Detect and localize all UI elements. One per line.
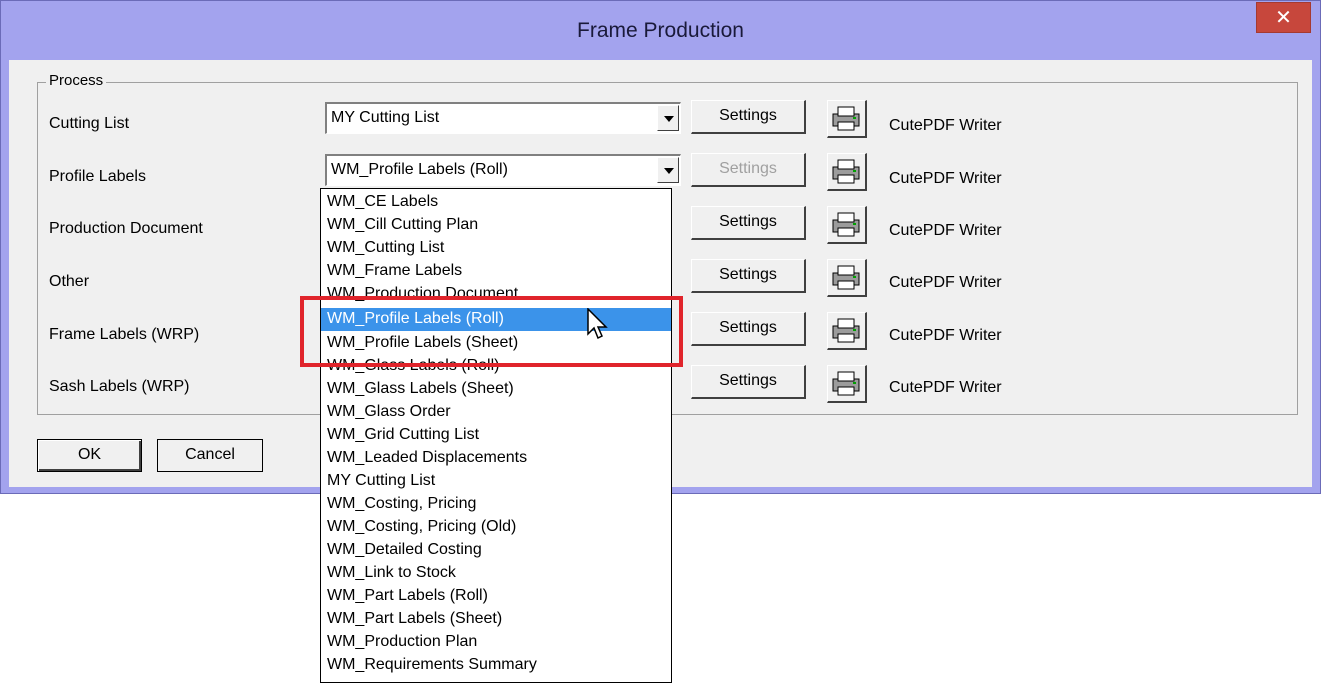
list-item[interactable]: WM_Glass Labels (Sheet) — [321, 378, 671, 401]
profile-labels-dropdown-list[interactable]: WM_CE Labels WM_Cill Cutting Plan WM_Cut… — [320, 188, 672, 683]
title-bar[interactable]: Frame Production ✕ — [1, 1, 1320, 61]
printer-icon[interactable] — [827, 206, 867, 244]
list-item[interactable]: WM_Frame Labels — [321, 260, 671, 283]
chevron-down-icon[interactable] — [657, 105, 679, 131]
list-item[interactable]: WM_Cill Cutting Plan — [321, 214, 671, 237]
sash-labels-wrp-settings-button[interactable]: Settings — [691, 365, 806, 399]
printer-icon[interactable] — [827, 259, 867, 297]
list-item[interactable]: WM_Detailed Costing — [321, 539, 671, 562]
row-label-frame-labels-wrp: Frame Labels (WRP) — [49, 326, 200, 343]
sash-labels-wrp-printer: CutePDF Writer — [889, 379, 1002, 396]
list-item[interactable]: WM_Production Plan — [321, 631, 671, 654]
production-document-settings-button[interactable]: Settings — [691, 206, 806, 240]
list-item[interactable]: WM_CE Labels — [321, 191, 671, 214]
list-item[interactable]: WM_Costing, Pricing — [321, 493, 671, 516]
process-legend: Process — [46, 72, 107, 89]
profile-labels-combo[interactable]: WM_Profile Labels (Roll) — [325, 154, 681, 186]
list-item[interactable]: WM_Glass Order — [321, 401, 671, 424]
cancel-button[interactable]: Cancel — [157, 439, 263, 472]
list-item[interactable]: WM_Leaded Displacements — [321, 447, 671, 470]
list-item[interactable]: WM_Cutting List — [321, 237, 671, 260]
chevron-down-icon[interactable] — [657, 157, 679, 183]
list-item[interactable]: WM_Part Labels (Roll) — [321, 585, 671, 608]
profile-labels-combo-value: WM_Profile Labels (Roll) — [331, 161, 508, 178]
list-item[interactable]: WM_Link to Stock — [321, 562, 671, 585]
frame-labels-wrp-settings-button[interactable]: Settings — [691, 312, 806, 346]
row-label-profile-labels: Profile Labels — [49, 168, 146, 185]
list-item[interactable]: WM_Part Labels (Sheet) — [321, 608, 671, 631]
highlight-annotation — [300, 296, 683, 367]
printer-icon[interactable] — [827, 365, 867, 403]
production-document-printer: CutePDF Writer — [889, 222, 1002, 239]
cutting-list-combo[interactable]: MY Cutting List — [325, 102, 681, 134]
list-item[interactable]: MY Cutting List — [321, 470, 671, 493]
frame-labels-wrp-printer: CutePDF Writer — [889, 327, 1002, 344]
ok-button[interactable]: OK — [37, 439, 142, 472]
window-title: Frame Production — [577, 19, 744, 42]
cutting-list-settings-button[interactable]: Settings — [691, 100, 806, 134]
row-label-other: Other — [49, 273, 90, 290]
list-item[interactable]: WM_Requirements Summary — [321, 654, 671, 677]
list-item[interactable]: WM_Costing, Pricing (Old) — [321, 516, 671, 539]
printer-icon[interactable] — [827, 153, 867, 191]
list-item[interactable]: WM_Grid Cutting List — [321, 424, 671, 447]
profile-labels-printer: CutePDF Writer — [889, 170, 1002, 187]
row-label-production-document: Production Document — [49, 220, 203, 237]
row-label-cutting-list: Cutting List — [49, 115, 130, 132]
printer-icon[interactable] — [827, 100, 867, 138]
arrow-cursor-icon — [587, 307, 609, 347]
printer-icon[interactable] — [827, 312, 867, 350]
close-button[interactable]: ✕ — [1256, 2, 1311, 33]
other-printer: CutePDF Writer — [889, 274, 1002, 291]
profile-labels-settings-button[interactable]: Settings — [691, 153, 806, 187]
row-label-sash-labels-wrp: Sash Labels (WRP) — [49, 378, 190, 395]
cutting-list-printer: CutePDF Writer — [889, 117, 1002, 134]
cutting-list-combo-value: MY Cutting List — [331, 109, 440, 126]
other-settings-button[interactable]: Settings — [691, 259, 806, 293]
